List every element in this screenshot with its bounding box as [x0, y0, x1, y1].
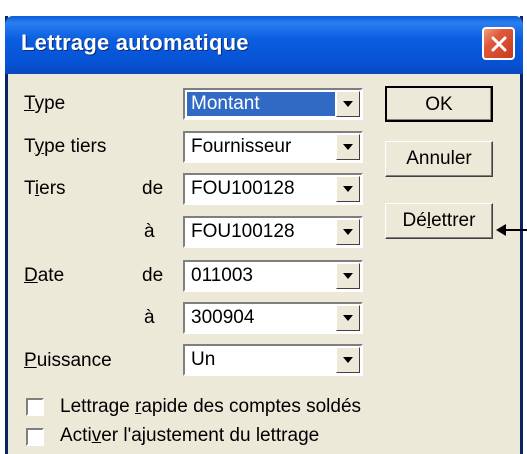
close-icon: [491, 36, 506, 51]
tiers-to-value: FOU100128: [191, 221, 295, 242]
chevron-down-icon[interactable]: [336, 263, 360, 289]
type-tiers-value: Fournisseur: [191, 136, 292, 157]
close-button[interactable]: [482, 27, 515, 60]
type-tiers-label: Type tiers: [24, 136, 107, 157]
ajustement-lettrage-label[interactable]: Activer l'ajustement du lettrage: [60, 425, 319, 447]
tiers-a-label: à: [144, 221, 155, 242]
date-to-value: 300904: [191, 307, 255, 328]
type-tiers-select[interactable]: Fournisseur: [183, 131, 363, 163]
ajustement-lettrage-checkbox[interactable]: [26, 428, 44, 446]
chevron-down-icon[interactable]: [336, 305, 360, 331]
lettrage-rapide-label[interactable]: Lettrage rapide des comptes soldés: [60, 396, 361, 418]
type-label: Type: [24, 93, 66, 114]
date-label: Date: [24, 265, 65, 286]
chevron-down-icon[interactable]: [336, 176, 360, 202]
annuler-button[interactable]: Annuler: [385, 141, 493, 177]
chevron-down-icon[interactable]: [336, 219, 360, 245]
annotation-arrow-icon: [496, 224, 527, 236]
tiers-from-value: FOU100128: [191, 178, 295, 199]
chevron-down-icon[interactable]: [336, 91, 360, 117]
type-value: Montant: [187, 92, 335, 116]
tiers-label: Tiers: [24, 178, 66, 199]
type-select[interactable]: Montant: [183, 88, 363, 120]
tiers-to-select[interactable]: FOU100128: [183, 216, 363, 248]
puissance-label: Puissance: [24, 350, 112, 371]
lettrage-rapide-checkbox[interactable]: [26, 398, 44, 416]
date-a-label: à: [144, 307, 155, 328]
puissance-value: Un: [191, 349, 216, 370]
chevron-down-icon[interactable]: [336, 134, 360, 160]
delettrer-button[interactable]: Délettrer: [385, 203, 493, 239]
tiers-de-label: de: [142, 178, 164, 199]
puissance-select[interactable]: Un: [183, 344, 363, 376]
date-to-select[interactable]: 300904: [183, 302, 363, 334]
date-de-label: de: [142, 265, 164, 286]
date-from-value: 011003: [191, 265, 253, 286]
ok-button[interactable]: OK: [385, 86, 493, 122]
tiers-from-select[interactable]: FOU100128: [183, 173, 363, 205]
chevron-down-icon[interactable]: [336, 347, 360, 373]
dialog-title: Lettrage automatique: [21, 30, 249, 55]
date-from-select[interactable]: 011003: [183, 260, 363, 292]
